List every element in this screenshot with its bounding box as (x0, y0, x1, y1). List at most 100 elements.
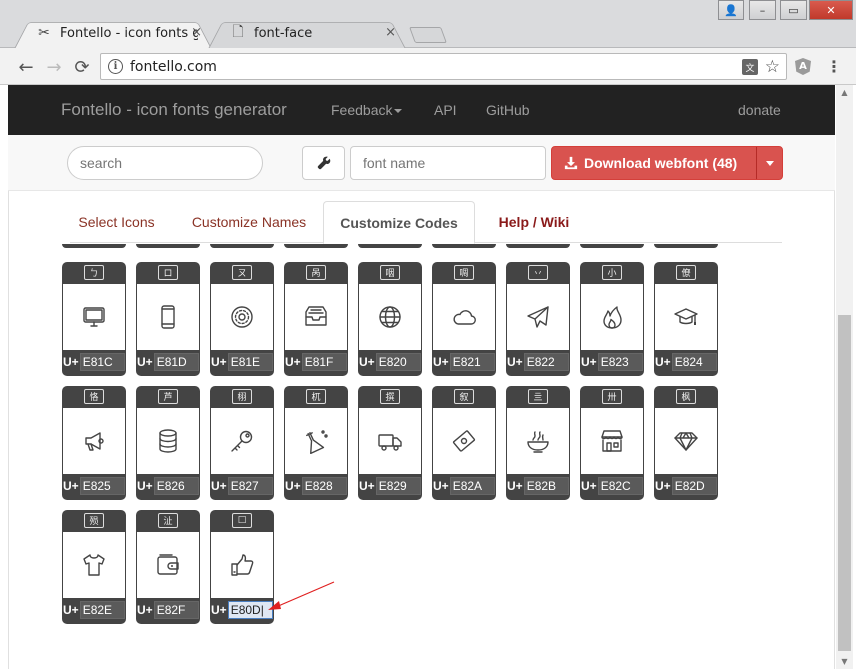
glyph-cell-partial (284, 244, 348, 248)
reload-button[interactable]: ⟳ (71, 56, 93, 78)
page-scrollbar[interactable]: ▲ ▼ (836, 85, 853, 669)
inbox-icon (305, 306, 327, 326)
nav-api-link[interactable]: API (434, 102, 457, 118)
glyph-cell: 叙 U+ E82A (432, 386, 496, 500)
glyph-char: 栩 (232, 388, 252, 404)
back-button[interactable]: ← (15, 56, 37, 78)
address-bar[interactable]: i fontello.com 文 ☆ (100, 53, 787, 80)
scroll-up-arrow-icon[interactable]: ▲ (836, 85, 853, 100)
minimize-button[interactable]: – (749, 0, 776, 20)
glyph-char: 芦 (158, 388, 178, 404)
browser-tab-fontello[interactable]: ✂ Fontello - icon fonts ge × (14, 17, 212, 49)
glyph-char-preview: 丷 (506, 262, 570, 282)
unicode-prefix: U+ (359, 479, 375, 493)
glyph-cell: 殒 U+ E82E (62, 510, 126, 624)
glyph-code-row: U+ E825 (62, 476, 126, 496)
document-icon: 🗋 (232, 24, 244, 40)
bookmark-star-icon[interactable]: ☆ (765, 57, 780, 77)
glyph-code-input[interactable]: E81D (153, 353, 199, 371)
glyph-code-input[interactable]: E823 (597, 353, 643, 371)
glyph-char: ㄅ (84, 264, 104, 280)
browser-tab-font-face[interactable]: 🗋 font-face × (208, 17, 406, 49)
site-brand[interactable]: Fontello - icon fonts generator (61, 100, 287, 120)
glyph-code-input[interactable]: E81E (227, 353, 273, 371)
glyph-char-preview: 亖 (506, 386, 570, 406)
page-viewport: Fontello - icon fonts generator Feedback… (0, 85, 856, 669)
close-tab-icon[interactable]: × (191, 25, 202, 40)
download-webfont-button[interactable]: Download webfont (48) (551, 146, 783, 180)
glyph-code-input[interactable]: E829 (375, 477, 421, 495)
glyph-code-input[interactable]: E80D| (227, 601, 273, 619)
glyph-cell: 啁 U+ E821 (432, 262, 496, 376)
glyph-code-input[interactable]: E822 (523, 353, 569, 371)
glyph-code-input[interactable]: E81F (301, 353, 347, 371)
glyph-code-input[interactable]: E828 (301, 477, 347, 495)
font-name-input[interactable] (350, 146, 546, 180)
unicode-prefix: U+ (507, 355, 523, 369)
close-window-button[interactable]: ✕ (809, 0, 853, 20)
page-tabs: Select Icons Customize Names Customize C… (70, 201, 782, 244)
glyph-code-input[interactable]: E824 (671, 353, 717, 371)
tab-help-wiki[interactable]: Help / Wiki (482, 201, 586, 243)
glyph-cell: 咽 U+ E820 (358, 262, 422, 376)
cloud-icon (453, 310, 476, 325)
angular-extension-icon[interactable]: A (795, 58, 811, 75)
glyph-code-input[interactable]: E82F (153, 601, 199, 619)
glyph-code-input[interactable]: E82E (79, 601, 125, 619)
tab-customize-codes[interactable]: Customize Codes (323, 201, 475, 244)
glyph-preview (433, 408, 495, 474)
glyph-preview (507, 284, 569, 350)
settings-button[interactable] (302, 146, 345, 180)
new-tab-button[interactable] (409, 27, 447, 43)
glyph-code-input[interactable]: E81C (79, 353, 125, 371)
search-input[interactable] (67, 146, 263, 180)
translate-icon[interactable]: 文 (742, 59, 758, 75)
info-icon[interactable]: i (108, 59, 123, 74)
glyph-preview (359, 408, 421, 474)
glyph-code-row: U+ E81C (62, 352, 126, 372)
glyph-preview (137, 408, 199, 474)
glyph-code-row: U+ E80D| (210, 600, 274, 620)
glyph-code-input[interactable]: E82C (597, 477, 643, 495)
glyph-cell: 杌 U+ E828 (284, 386, 348, 500)
food-bowl-icon (527, 431, 549, 453)
glyph-char-preview: 枫 (654, 386, 718, 406)
nav-donate-link[interactable]: donate (738, 102, 781, 118)
glyph-code-input[interactable]: E827 (227, 477, 273, 495)
glyph-preview (63, 408, 125, 474)
glyph-cell: 枫 U+ E82D (654, 386, 718, 500)
url-text[interactable]: fontello.com (130, 59, 217, 75)
scroll-down-arrow-icon[interactable]: ▼ (836, 654, 853, 669)
nav-feedback-label: Feedback (331, 102, 393, 118)
glyph-code-input[interactable]: E82D (671, 477, 717, 495)
glyph-code-input[interactable]: E825 (79, 477, 125, 495)
glyph-cell: 撰 U+ E829 (358, 386, 422, 500)
glyph-code-row: U+ E82F (136, 600, 200, 620)
scroll-thumb[interactable] (838, 315, 851, 651)
glyph-code-row: U+ E81D (136, 352, 200, 372)
forward-button[interactable]: → (43, 56, 65, 78)
nav-github-link[interactable]: GitHub (486, 102, 530, 118)
tab-title: Fontello - icon fonts ge (60, 25, 198, 41)
download-label: Download webfont (48) (584, 155, 738, 171)
unicode-prefix: U+ (137, 355, 153, 369)
glyph-code-input[interactable]: E82B (523, 477, 569, 495)
thumbs-up-icon (231, 554, 254, 576)
tab-select-icons[interactable]: Select Icons (70, 201, 163, 243)
glyph-code-input[interactable]: E82A (449, 477, 495, 495)
tab-title: font-face (254, 25, 313, 41)
tab-customize-names[interactable]: Customize Names (175, 201, 323, 243)
glyph-code-row: U+ E82E (62, 600, 126, 620)
user-icon: 👤 (724, 3, 738, 17)
nav-feedback-dropdown[interactable]: Feedback (331, 102, 403, 118)
close-tab-icon[interactable]: × (385, 25, 396, 40)
glyph-char-preview: 栩 (210, 386, 274, 406)
glyph-code-input[interactable]: E820 (375, 353, 421, 371)
maximize-button[interactable]: ▭ (780, 0, 807, 20)
user-profile-button[interactable]: 👤 (718, 0, 744, 20)
glyph-code-input[interactable]: E826 (153, 477, 199, 495)
download-dropdown-toggle[interactable] (756, 147, 782, 179)
glyph-code-input[interactable]: E821 (449, 353, 495, 371)
browser-menu-icon[interactable]: ⋮ (826, 57, 842, 76)
glyph-cell: 栩 U+ E827 (210, 386, 274, 500)
